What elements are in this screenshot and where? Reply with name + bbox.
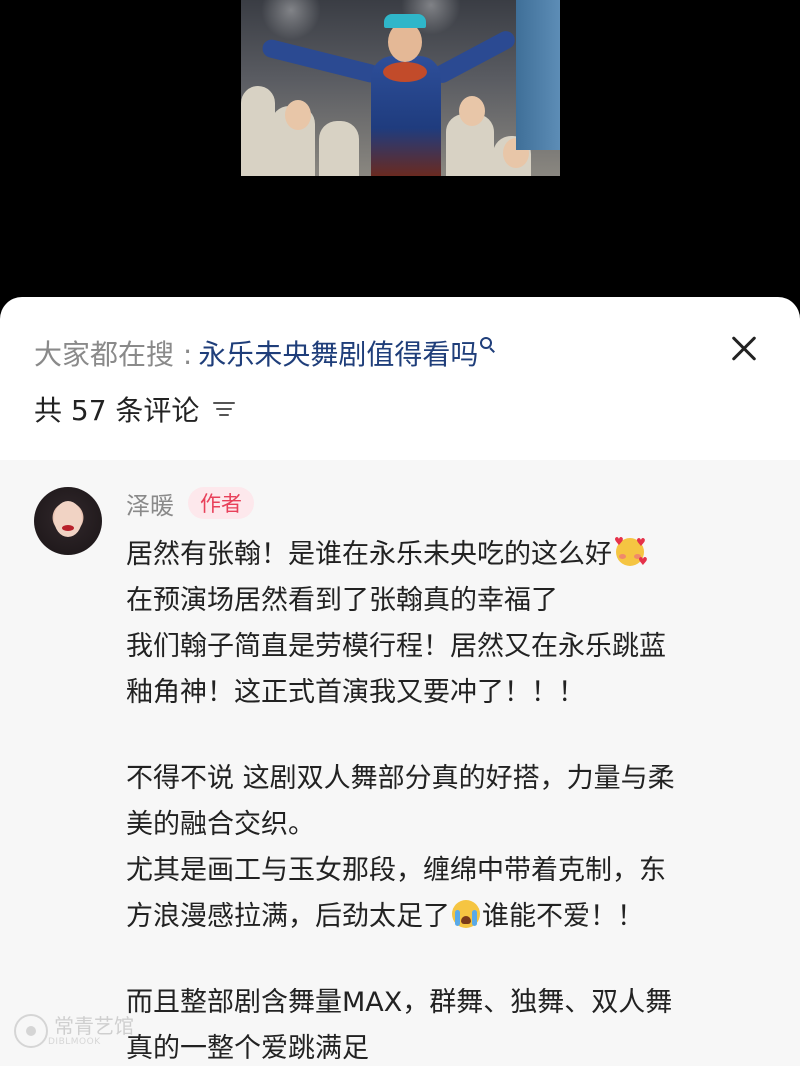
avatar[interactable]	[34, 487, 102, 555]
comment-line: 不得不说 这剧双人舞部分真的好搭，力量与柔	[126, 763, 675, 794]
comment-line: 而且整部剧含舞量MAX，群舞、独舞、双人舞	[126, 987, 673, 1018]
dancer-figure	[319, 121, 359, 176]
loudly-crying-face-icon	[450, 898, 482, 930]
comment-line: 真的一整个爱跳满足	[126, 1033, 369, 1064]
lead-collar	[383, 62, 427, 82]
author-badge: 作者	[188, 487, 254, 519]
comment-line: 美的融合交织。	[126, 809, 315, 840]
comment-line: 居然有张翰！是谁在永乐未央吃的这么好 ♥ ♥ ♥	[126, 535, 648, 570]
dancer-head	[459, 96, 485, 126]
watermark-sub: DIBLMOOK	[48, 1037, 101, 1047]
comment-line: 我们翰子简直是劳模行程！居然又在永乐跳蓝	[126, 631, 666, 662]
lead-arm	[430, 27, 518, 87]
comment-item[interactable]: 泽暖 作者 居然有张翰！是谁在永乐未央吃的这么好 ♥ ♥ ♥ 在预演场居然看到了张翰真…	[0, 460, 800, 1066]
stage-light	[261, 0, 321, 40]
comment-line: 釉角神！这正式首演我又要冲了！！！	[126, 677, 585, 708]
comments-count: 共 57 条评论	[34, 394, 200, 427]
video-thumbnail[interactable]	[241, 0, 560, 176]
comment-text: 居然有张翰！是谁在永乐未央吃的这么好 ♥ ♥ ♥ 在预演场居然看到了张翰真的幸福了 我…	[126, 532, 774, 1066]
comment-author-row: 泽暖 作者	[126, 485, 254, 521]
smiling-face-with-hearts-icon: ♥ ♥ ♥	[614, 535, 648, 568]
comment-line: 在预演场居然看到了张翰真的幸福了	[126, 585, 558, 616]
lead-arm	[260, 37, 382, 85]
search-icon[interactable]	[480, 337, 496, 355]
lead-head	[388, 22, 422, 62]
dancer-head	[285, 100, 311, 130]
comment-line: 尤其是画工与玉女那段，缠绵中带着克制，东	[126, 855, 666, 886]
comment-line: 方浪漫感拉满，后劲太足了 谁能不爱！！	[126, 894, 774, 940]
sort-icon[interactable]	[213, 400, 236, 418]
comment-author-name[interactable]: 泽暖	[126, 486, 174, 521]
close-icon[interactable]	[726, 331, 762, 367]
video-area[interactable]	[0, 0, 800, 300]
suggested-search-prefix: 大家都在搜 :	[34, 338, 193, 371]
suggested-search-link[interactable]: 永乐未央舞剧值得看吗	[198, 333, 478, 373]
watermark: 常青艺馆 DIBLMOOK	[14, 1014, 134, 1048]
stage-curtain	[516, 0, 560, 150]
suggested-search[interactable]: 大家都在搜 : 永乐未央舞剧值得看吗	[34, 331, 710, 375]
comments-count-row: 共 57 条评论	[34, 389, 236, 429]
comments-sheet: 大家都在搜 : 永乐未央舞剧值得看吗 共 57 条评论 泽暖 作者 居然有张翰！…	[0, 297, 800, 1066]
watermark-name: 常青艺馆	[54, 1014, 134, 1038]
watermark-logo-icon	[14, 1014, 48, 1048]
dancer-figure	[241, 86, 275, 176]
lead-crown	[384, 14, 426, 28]
